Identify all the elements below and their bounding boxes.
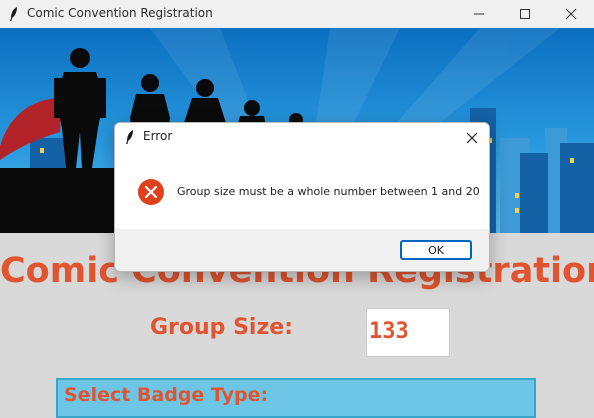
- dialog-title: Error: [143, 129, 173, 143]
- close-icon: [466, 132, 478, 144]
- error-message: Group size must be a whole number betwee…: [177, 185, 480, 198]
- error-icon: [138, 179, 164, 205]
- maximize-icon: [520, 9, 530, 19]
- window-title: Comic Convention Registration: [27, 6, 213, 20]
- minimize-button[interactable]: [456, 0, 502, 28]
- feather-icon: [10, 7, 17, 21]
- dialog-body: Group size must be a whole number betwee…: [115, 151, 489, 229]
- badge-type-frame: Select Badge Type:: [56, 378, 536, 418]
- dialog-close-button[interactable]: [461, 125, 483, 149]
- close-button[interactable]: [548, 0, 594, 28]
- window-titlebar: Comic Convention Registration: [0, 0, 594, 28]
- group-size-label: Group Size:: [150, 315, 293, 340]
- ok-button[interactable]: OK: [400, 240, 472, 260]
- badge-type-label: Select Badge Type:: [64, 384, 273, 406]
- close-icon: [565, 8, 577, 20]
- group-size-input[interactable]: 133: [366, 308, 450, 357]
- dialog-titlebar: Error: [115, 123, 489, 151]
- maximize-button[interactable]: [502, 0, 548, 28]
- minimize-icon: [474, 13, 484, 15]
- error-dialog: Error Group size must be a whole number …: [114, 122, 490, 272]
- feather-icon: [126, 130, 133, 144]
